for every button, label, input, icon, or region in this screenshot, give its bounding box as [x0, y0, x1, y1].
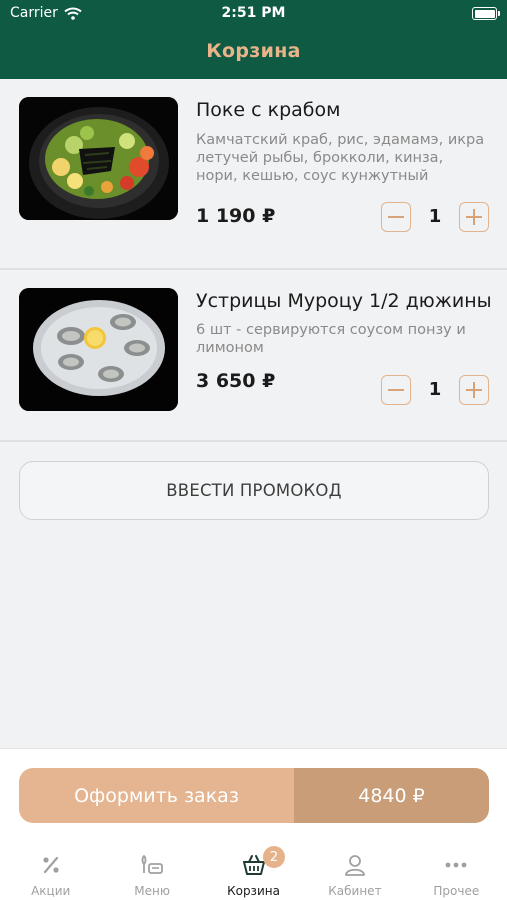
item-quantity: 1 [428, 206, 442, 227]
tab-label: Меню [134, 884, 170, 898]
app-header: Carrier 2:51 PM Корзина [0, 0, 507, 79]
page-title: Корзина [206, 40, 301, 62]
tab-menu[interactable]: Меню [101, 846, 202, 900]
tab-account[interactable]: Кабинет [304, 846, 405, 900]
promo-code-button[interactable]: ВВЕСТИ ПРОМОКОД [19, 461, 489, 520]
cart-badge: 2 [263, 846, 285, 868]
item-description: 6 шт - сервируются соусом понзу и лимоно… [196, 322, 466, 356]
checkout-total: 4840 ₽ [294, 768, 489, 823]
tab-label: Акции [31, 884, 71, 898]
more-icon [445, 862, 467, 868]
tab-bar: Акции Меню Корзина Кабинет Прочее [0, 846, 507, 900]
tab-cart[interactable]: Корзина [203, 846, 304, 900]
menu-icon [141, 854, 164, 874]
bottom-panel: Оформить заказ 4840 ₽ Акции Меню Корзина… [0, 748, 507, 900]
oysters-image [19, 288, 178, 411]
increase-quantity-button[interactable] [459, 375, 489, 405]
user-icon [345, 855, 365, 876]
increase-quantity-button[interactable] [459, 202, 489, 232]
item-price: 1 190 ₽ [196, 205, 276, 227]
tab-label: Корзина [227, 884, 280, 898]
item-name: Поке с крабом [196, 99, 341, 121]
decrease-quantity-button[interactable] [381, 202, 411, 232]
tab-promotions[interactable]: Акции [0, 846, 101, 900]
percent-icon [43, 856, 59, 874]
status-time: 2:51 PM [221, 5, 286, 21]
tab-label: Прочее [433, 884, 480, 898]
poke-image [19, 97, 178, 220]
divider [0, 440, 507, 442]
status-bar: Carrier 2:51 PM [0, 0, 507, 28]
item-name: Устрицы Муроцу 1/2 дюжины [196, 290, 492, 312]
decrease-quantity-button[interactable] [381, 375, 411, 405]
tab-label: Кабинет [328, 884, 382, 898]
battery-icon [472, 7, 500, 20]
item-description: Камчатский краб, рис, эдамамэ, икра лету… [196, 132, 485, 184]
checkout-label: Оформить заказ [19, 768, 294, 823]
cart-item: Устрицы Муроцу 1/2 дюжины 6 шт - сервиру… [0, 270, 507, 441]
tab-more[interactable]: Прочее [406, 846, 507, 900]
item-price: 3 650 ₽ [196, 370, 276, 392]
checkout-button[interactable]: Оформить заказ 4840 ₽ [19, 768, 489, 823]
item-quantity: 1 [428, 379, 442, 400]
cart-item: Поке с крабом Камчатский краб, рис, эдам… [0, 79, 507, 269]
